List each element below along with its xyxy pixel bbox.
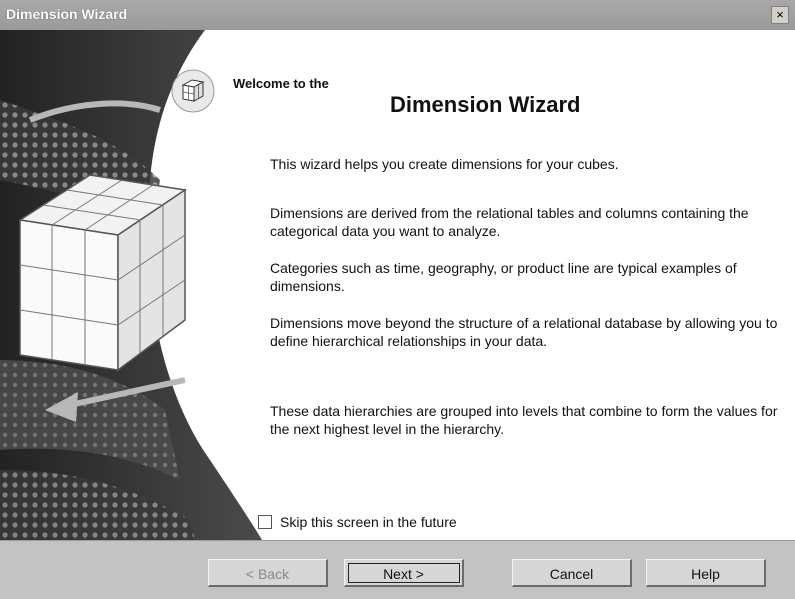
welcome-text: Welcome to the xyxy=(233,76,329,91)
wizard-banner xyxy=(0,30,270,540)
wizard-heading: Dimension Wizard xyxy=(390,92,581,117)
button-bar: < Back Next > Cancel Help xyxy=(0,540,795,599)
title-bar[interactable]: Dimension Wizard × xyxy=(0,0,795,30)
back-button[interactable]: < Back xyxy=(208,559,328,587)
derived-paragraph: Dimensions are derived from the relation… xyxy=(270,205,749,239)
dimension-cube-icon xyxy=(171,69,215,113)
levels-paragraph: These data hierarchies are grouped into … xyxy=(270,403,778,437)
skip-screen-option[interactable]: Skip this screen in the future xyxy=(258,514,457,530)
categories-paragraph: Categories such as time, geography, or p… xyxy=(270,260,737,294)
dimension-wizard-window: Dimension Wizard × Welcome to the Dimens… xyxy=(0,0,795,599)
next-button[interactable]: Next > xyxy=(344,559,464,587)
skip-label[interactable]: Skip this screen in the future xyxy=(280,514,457,530)
skip-checkbox[interactable] xyxy=(258,515,272,529)
hierarchy-paragraph: Dimensions move beyond the structure of … xyxy=(270,315,778,349)
close-button[interactable]: × xyxy=(771,6,789,24)
help-button[interactable]: Help xyxy=(646,559,766,587)
intro-paragraph: This wizard helps you create dimensions … xyxy=(270,156,619,172)
cancel-button[interactable]: Cancel xyxy=(512,559,632,587)
window-title: Dimension Wizard xyxy=(6,6,128,22)
